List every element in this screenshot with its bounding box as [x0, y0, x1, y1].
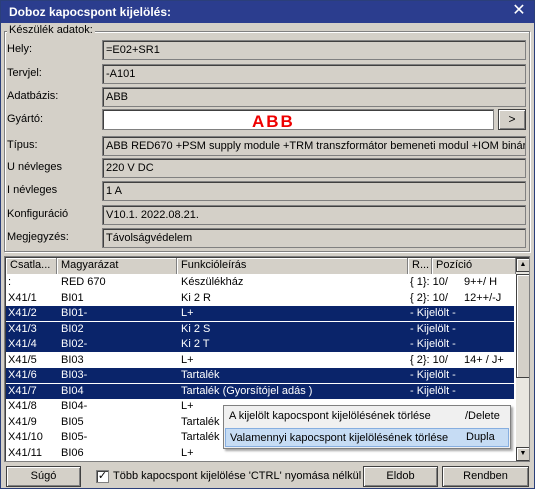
- table-row[interactable]: X41/6 BI03- Tartalék - Kijelölt -: [6, 368, 514, 383]
- manufacturer-label: Gyártó:: [7, 113, 44, 125]
- help-button[interactable]: Súgó: [6, 466, 81, 487]
- table-cell: RED 670: [61, 276, 106, 288]
- scroll-down-icon[interactable]: ▼: [516, 447, 529, 461]
- note-label: Megjegyzés:: [7, 231, 69, 243]
- abb-logo: ABB: [252, 112, 295, 132]
- location-field: =E02+SR1: [102, 40, 526, 60]
- table-cell: BI05: [61, 415, 84, 428]
- database-field: ABB: [102, 87, 526, 107]
- table-cell: X41/1: [8, 291, 37, 304]
- manufacturer-browse-button[interactable]: >: [498, 109, 526, 130]
- table-cell: BI03-: [61, 369, 88, 381]
- table-row[interactable]: X41/1 BI01 Ki 2 R { 2}: 10/12++/-J: [6, 291, 514, 306]
- menu-item-clear-selected[interactable]: A kijelölt kapocspont kijelölésének törl…: [225, 407, 509, 426]
- table-cell: Ki 2 T: [181, 338, 210, 350]
- location-label: Hely:: [7, 43, 33, 55]
- configuration-label: Konfiguráció: [7, 208, 69, 220]
- dialog-window: Doboz kapocspont kijelölés: ✕ Készülék a…: [0, 0, 535, 489]
- title-bar: Doboz kapocspont kijelölés: ✕: [1, 1, 534, 23]
- table-cell: BI04-: [61, 400, 88, 412]
- table-cell: - Kijelölt -: [410, 322, 456, 335]
- i-rated-label: I névleges: [7, 184, 58, 196]
- table-cell: BI03: [61, 353, 84, 366]
- table-cell: - Kijelölt -: [410, 369, 456, 381]
- menu-item-shortcut: Dupla: [466, 431, 495, 443]
- table-cell: - Kijelölt -: [410, 307, 456, 319]
- u-rated-field: 220 V DC: [102, 158, 526, 178]
- table-cell: BI01: [61, 291, 84, 304]
- table-cell: { 2}: 10/: [410, 353, 448, 366]
- menu-item-shortcut: /Delete: [465, 410, 500, 422]
- menu-item-clear-all[interactable]: Valamennyi kapocspont kijelölésének törl…: [225, 428, 509, 447]
- device-data-group-label: Készülék adatok:: [7, 24, 95, 36]
- list-header: Csatla... Magyarázat Funkcióleírás R... …: [6, 258, 516, 274]
- table-cell: BI01-: [61, 307, 88, 319]
- configuration-field: V10.1. 2022.08.21.: [102, 205, 526, 225]
- context-menu: A kijelölt kapocspont kijelölésének törl…: [223, 405, 511, 449]
- window-title: Doboz kapocspont kijelölés:: [9, 5, 172, 19]
- table-cell: Ki 2 S: [181, 322, 211, 335]
- i-rated-field: 1 A: [102, 181, 526, 201]
- table-cell: Ki 2 R: [181, 291, 211, 304]
- table-cell: X41/10: [8, 431, 43, 443]
- note-field: Távolságvédelem: [102, 228, 526, 248]
- table-cell: X41/4: [8, 338, 37, 350]
- table-cell: Tartalék (Gyorsítójel adás ): [181, 384, 313, 397]
- table-cell: Tartalék: [181, 369, 220, 381]
- table-row[interactable]: X41/7 BI04 Tartalék (Gyorsítójel adás ) - K…: [6, 383, 514, 399]
- list-scrollbar[interactable]: ▲ ▼: [516, 258, 529, 461]
- ok-button[interactable]: Rendben: [442, 466, 529, 487]
- table-cell: 9++/ H: [464, 276, 498, 288]
- column-header-r[interactable]: R...: [408, 258, 432, 274]
- table-row[interactable]: X41/5 BI03 L+ { 2}: 10/14+ / J+: [6, 353, 514, 368]
- table-cell: BI04: [61, 384, 84, 397]
- table-cell: X41/8: [8, 400, 37, 412]
- menu-item-label: A kijelölt kapocspont kijelölésének törl…: [229, 410, 431, 422]
- table-cell: BI05-: [61, 431, 88, 443]
- u-rated-label: U névleges: [7, 161, 63, 173]
- table-row[interactable]: : RED 670 Készülékház { 1}: 10/9++/ H: [6, 275, 514, 290]
- table-cell: { 1}: 10/: [410, 276, 448, 288]
- table-cell: X41/3: [8, 322, 37, 335]
- column-header-explanation[interactable]: Magyarázat: [57, 258, 177, 274]
- table-cell: - Kijelölt -: [410, 338, 456, 350]
- table-cell: L+: [181, 307, 194, 319]
- table-cell: X41/11: [8, 446, 43, 459]
- column-header-terminal[interactable]: Csatla...: [6, 258, 57, 274]
- table-cell: - Kijelölt -: [410, 384, 456, 397]
- abb-logo-text: ABB: [252, 112, 295, 131]
- table-cell: { 2}: 10/: [410, 291, 448, 304]
- multi-select-checkbox[interactable]: ✓: [96, 470, 109, 483]
- table-cell: BI06: [61, 446, 84, 459]
- scroll-up-icon[interactable]: ▲: [516, 258, 529, 272]
- menu-item-label: Valamennyi kapocspont kijelölésének törl…: [230, 432, 449, 444]
- table-cell: Készülékház: [181, 276, 244, 288]
- table-cell: BI02-: [61, 338, 88, 350]
- table-cell: :: [8, 276, 12, 288]
- database-label: Adatbázis:: [7, 90, 59, 102]
- cancel-button[interactable]: Eldob: [363, 466, 438, 487]
- type-field: ABB RED670 +PSM supply module +TRM trans…: [102, 136, 526, 156]
- manufacturer-field: [102, 109, 494, 130]
- designation-field: -A101: [102, 64, 526, 84]
- close-icon[interactable]: ✕: [510, 2, 528, 20]
- table-row[interactable]: X41/2 BI01- L+ - Kijelölt -: [6, 306, 514, 321]
- table-cell: 14+ / J+: [464, 353, 504, 366]
- table-cell: X41/5: [8, 353, 37, 366]
- table-cell: X41/6: [8, 369, 37, 381]
- column-header-position[interactable]: Pozíció: [432, 258, 516, 274]
- type-label: Típus:: [7, 139, 38, 151]
- scroll-thumb[interactable]: [516, 274, 529, 378]
- table-cell: 12++/-J: [464, 291, 502, 304]
- table-cell: X41/2: [8, 307, 37, 319]
- table-cell: X41/7: [8, 384, 37, 397]
- column-header-function[interactable]: Funkcióleírás: [177, 258, 408, 274]
- table-row[interactable]: X41/3 BI02 Ki 2 S - Kijelölt -: [6, 321, 514, 337]
- table-cell: BI02: [61, 322, 84, 335]
- multi-select-label: Több kapocspont kijelölése 'CTRL' nyomás…: [113, 470, 362, 482]
- designation-label: Tervjel:: [7, 67, 42, 79]
- table-cell: L+: [181, 353, 194, 366]
- table-row[interactable]: X41/4 BI02- Ki 2 T - Kijelölt -: [6, 337, 514, 352]
- table-cell: X41/9: [8, 415, 37, 428]
